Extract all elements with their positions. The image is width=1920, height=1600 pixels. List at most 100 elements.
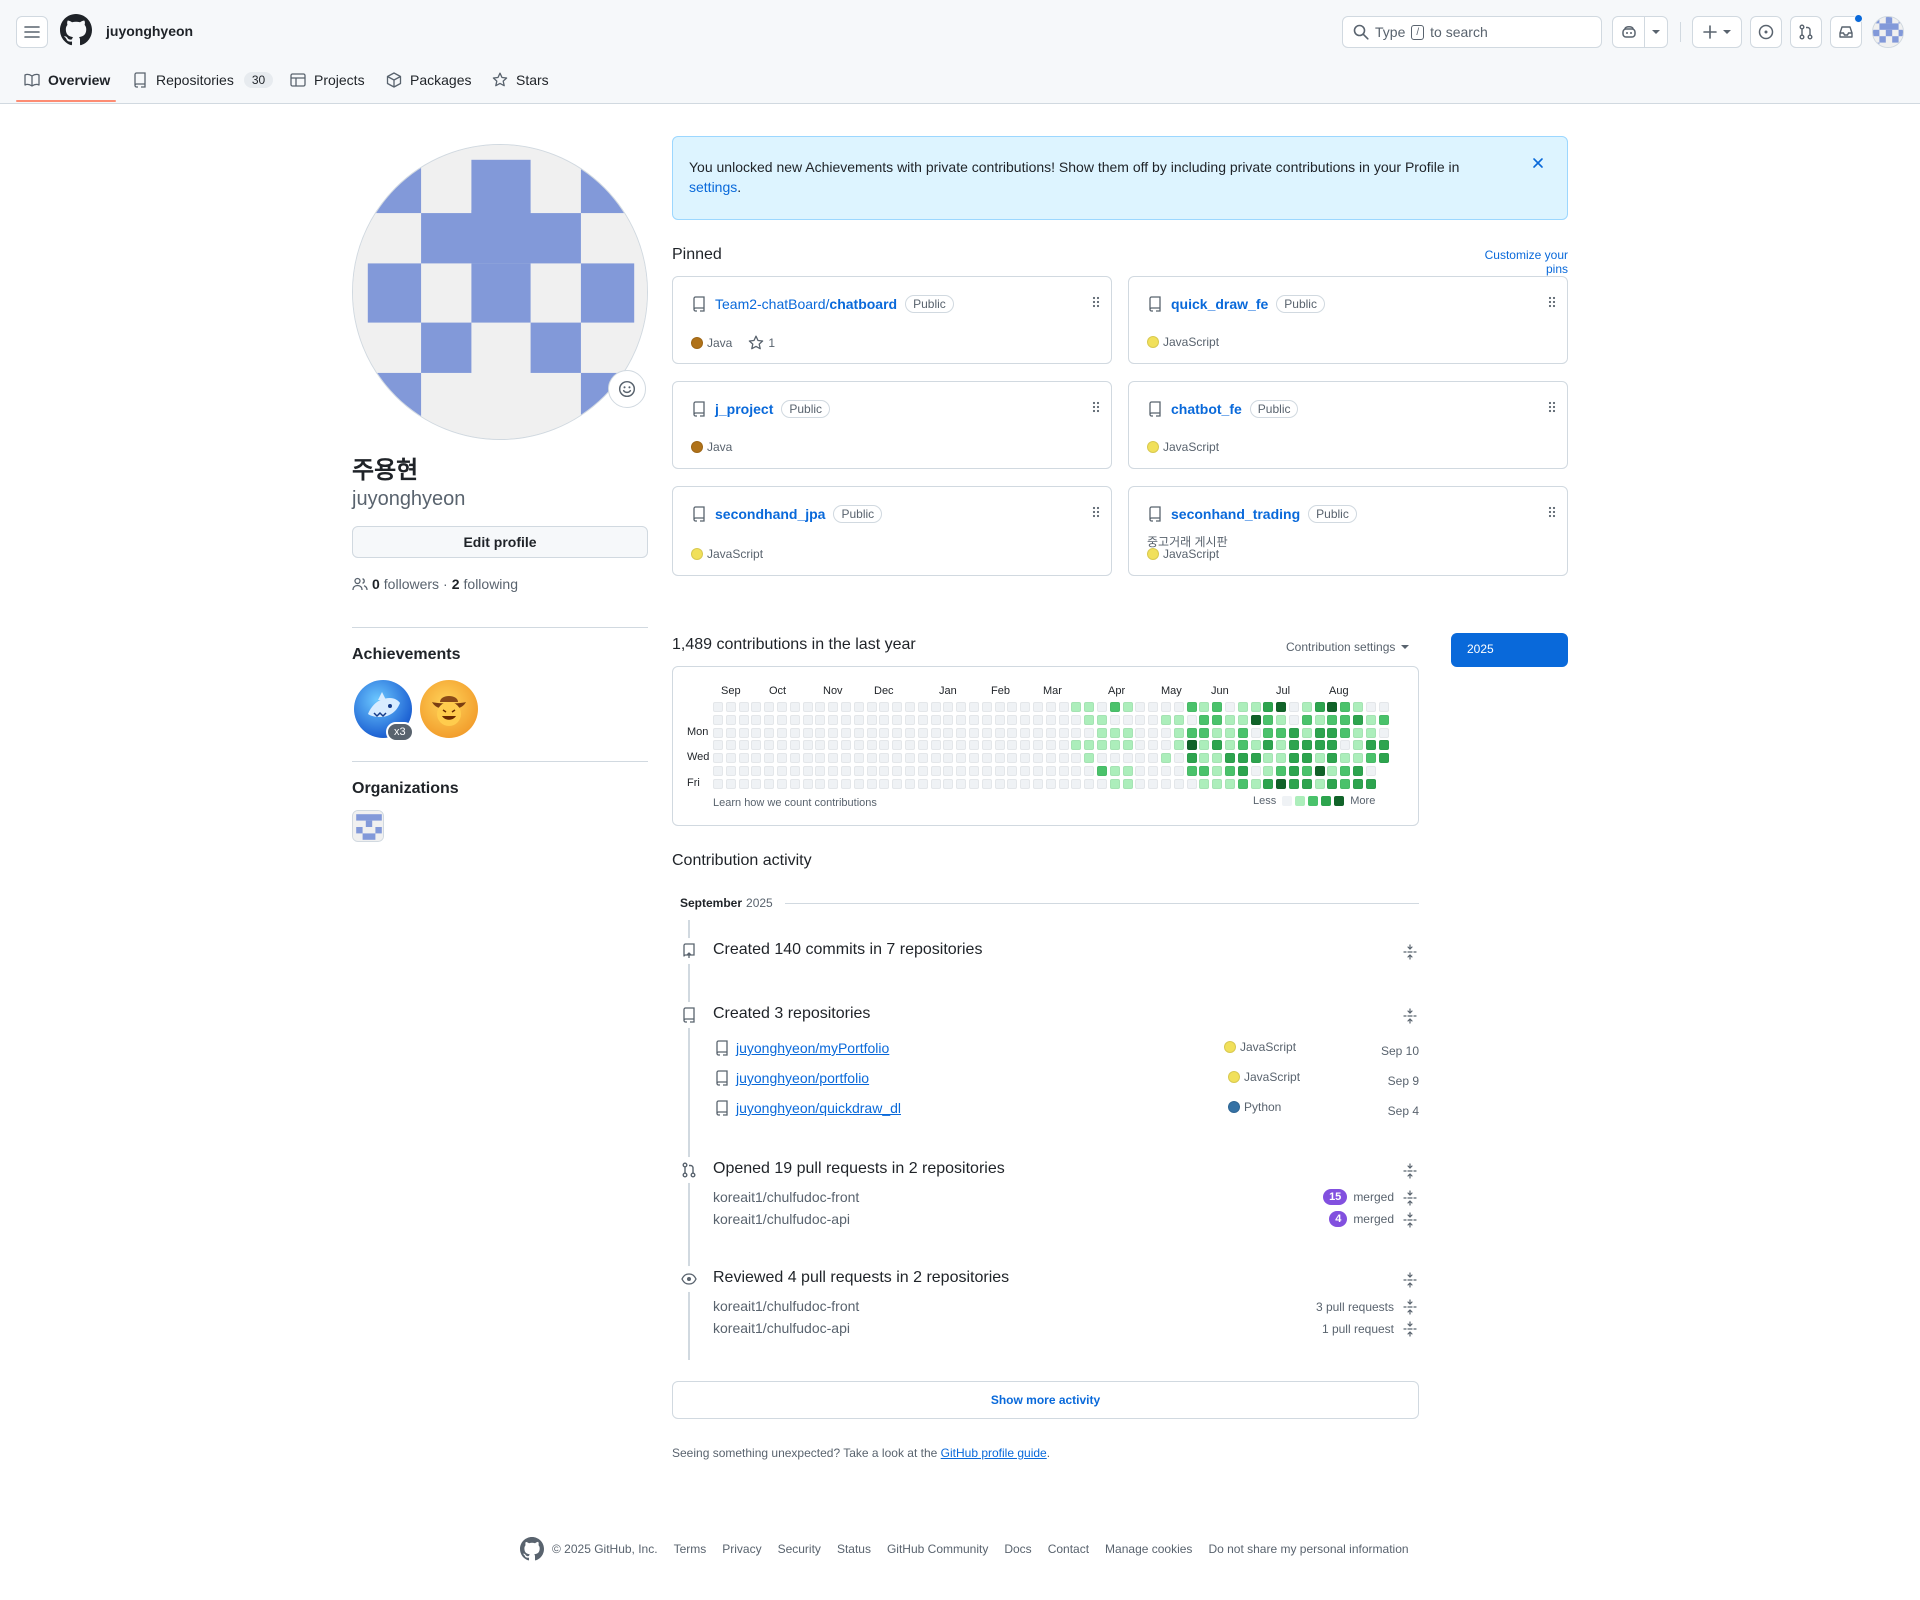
contribution-day[interactable] <box>1084 740 1095 751</box>
contribution-day[interactable] <box>994 753 1005 764</box>
contribution-day[interactable] <box>802 727 813 738</box>
menu-button[interactable] <box>16 16 48 48</box>
footer-link[interactable]: Privacy <box>722 1542 761 1556</box>
drag-handle[interactable] <box>1547 505 1557 519</box>
review-repo-link[interactable]: koreait1/chulfudoc-api <box>713 1320 850 1336</box>
footer-link[interactable]: Contact <box>1048 1542 1089 1556</box>
contribution-day[interactable] <box>1148 778 1159 789</box>
contribution-day[interactable] <box>1225 778 1235 789</box>
footer-link[interactable]: Status <box>837 1542 871 1556</box>
contribution-day[interactable] <box>1289 702 1299 712</box>
contribution-day[interactable] <box>905 714 915 725</box>
contribution-day[interactable] <box>1148 702 1159 712</box>
contribution-day[interactable] <box>956 766 967 776</box>
contribution-day[interactable] <box>725 727 736 738</box>
contribution-day[interactable] <box>892 740 903 751</box>
contribution-day[interactable] <box>1135 740 1146 751</box>
expand-pr-button[interactable] <box>1402 1212 1418 1228</box>
contribution-day[interactable] <box>1199 753 1210 764</box>
contribution-day[interactable] <box>879 778 890 789</box>
contribution-day[interactable] <box>1020 740 1031 751</box>
contribution-day[interactable] <box>789 714 800 725</box>
contribution-day[interactable] <box>892 778 903 789</box>
contribution-day[interactable] <box>943 778 954 789</box>
contribution-day[interactable] <box>1007 753 1018 764</box>
contribution-day[interactable] <box>764 753 775 764</box>
contribution-day[interactable] <box>943 766 954 776</box>
pr-merged-status[interactable]: 4 merged <box>1300 1211 1394 1227</box>
contribution-day[interactable] <box>994 727 1005 738</box>
contribution-day[interactable] <box>1045 766 1056 776</box>
contribution-day[interactable] <box>815 727 826 738</box>
contribution-day[interactable] <box>1058 727 1069 738</box>
contribution-day[interactable] <box>789 766 800 776</box>
contribution-day[interactable] <box>917 727 928 738</box>
contribution-day[interactable] <box>994 766 1005 776</box>
contribution-day[interactable] <box>1365 753 1376 764</box>
contribution-day[interactable] <box>738 702 749 712</box>
contribution-day[interactable] <box>1071 753 1082 764</box>
contribution-day[interactable] <box>1340 702 1351 712</box>
contribution-day[interactable] <box>917 740 928 751</box>
contribution-day[interactable] <box>1058 714 1069 725</box>
contribution-day[interactable] <box>1045 727 1056 738</box>
contribution-day[interactable] <box>1225 740 1235 751</box>
contribution-day[interactable] <box>1173 753 1184 764</box>
contribution-day[interactable] <box>1186 702 1197 712</box>
contribution-day[interactable] <box>943 714 954 725</box>
contribution-day[interactable] <box>1097 766 1107 776</box>
contribution-day[interactable] <box>1289 778 1299 789</box>
contribution-day[interactable] <box>1289 727 1299 738</box>
contribution-day[interactable] <box>828 727 839 738</box>
contribution-day[interactable] <box>1020 753 1031 764</box>
contribution-day[interactable] <box>1314 727 1325 738</box>
contribution-day[interactable] <box>1250 778 1261 789</box>
pinned-repo-link[interactable]: quick_draw_fe <box>1171 296 1268 312</box>
contribution-day[interactable] <box>917 778 928 789</box>
contribution-day[interactable] <box>764 727 775 738</box>
contribution-day[interactable] <box>969 740 979 751</box>
contribution-day[interactable] <box>917 753 928 764</box>
contribution-day[interactable] <box>777 714 787 725</box>
contribution-day[interactable] <box>892 727 903 738</box>
contribution-day[interactable] <box>1058 702 1069 712</box>
contribution-day[interactable] <box>1237 714 1248 725</box>
contribution-day[interactable] <box>1327 740 1338 751</box>
contribution-day[interactable] <box>994 702 1005 712</box>
contribution-day[interactable] <box>853 714 864 725</box>
contribution-day[interactable] <box>1033 740 1043 751</box>
contribution-day[interactable] <box>1045 740 1056 751</box>
contribution-day[interactable] <box>1314 702 1325 712</box>
contribution-day[interactable] <box>1237 753 1248 764</box>
contribution-day[interactable] <box>1122 714 1133 725</box>
contribution-day[interactable] <box>1365 727 1376 738</box>
contribution-day[interactable] <box>815 714 826 725</box>
contribution-day[interactable] <box>751 778 762 789</box>
contribution-day[interactable] <box>1225 702 1235 712</box>
copilot-button[interactable] <box>1612 16 1668 48</box>
contribution-day[interactable] <box>1378 714 1389 725</box>
tab-stars[interactable]: Stars <box>492 62 549 98</box>
contribution-day[interactable] <box>1045 778 1056 789</box>
created-repo-link[interactable]: juyonghyeon/quickdraw_dl <box>736 1100 901 1116</box>
contribution-day[interactable] <box>866 740 877 751</box>
contribution-day[interactable] <box>969 766 979 776</box>
footer-link[interactable]: Security <box>778 1542 821 1556</box>
contribution-day[interactable] <box>853 766 864 776</box>
contribution-day[interactable] <box>1007 766 1018 776</box>
contribution-day[interactable] <box>1365 766 1376 776</box>
contribution-day[interactable] <box>943 740 954 751</box>
contribution-day[interactable] <box>905 766 915 776</box>
github-footer-logo-icon[interactable] <box>520 1537 544 1561</box>
contribution-day[interactable] <box>751 753 762 764</box>
contribution-day[interactable] <box>725 714 736 725</box>
contribution-day[interactable] <box>1263 702 1274 712</box>
pinned-repo-link[interactable]: j_project <box>715 401 773 417</box>
contribution-day[interactable] <box>930 740 941 751</box>
contribution-day[interactable] <box>1122 766 1133 776</box>
banner-settings-link[interactable]: settings <box>689 179 737 195</box>
contribution-day[interactable] <box>1186 753 1197 764</box>
contribution-day[interactable] <box>1365 714 1376 725</box>
contribution-day[interactable] <box>956 702 967 712</box>
contribution-day[interactable] <box>777 702 787 712</box>
